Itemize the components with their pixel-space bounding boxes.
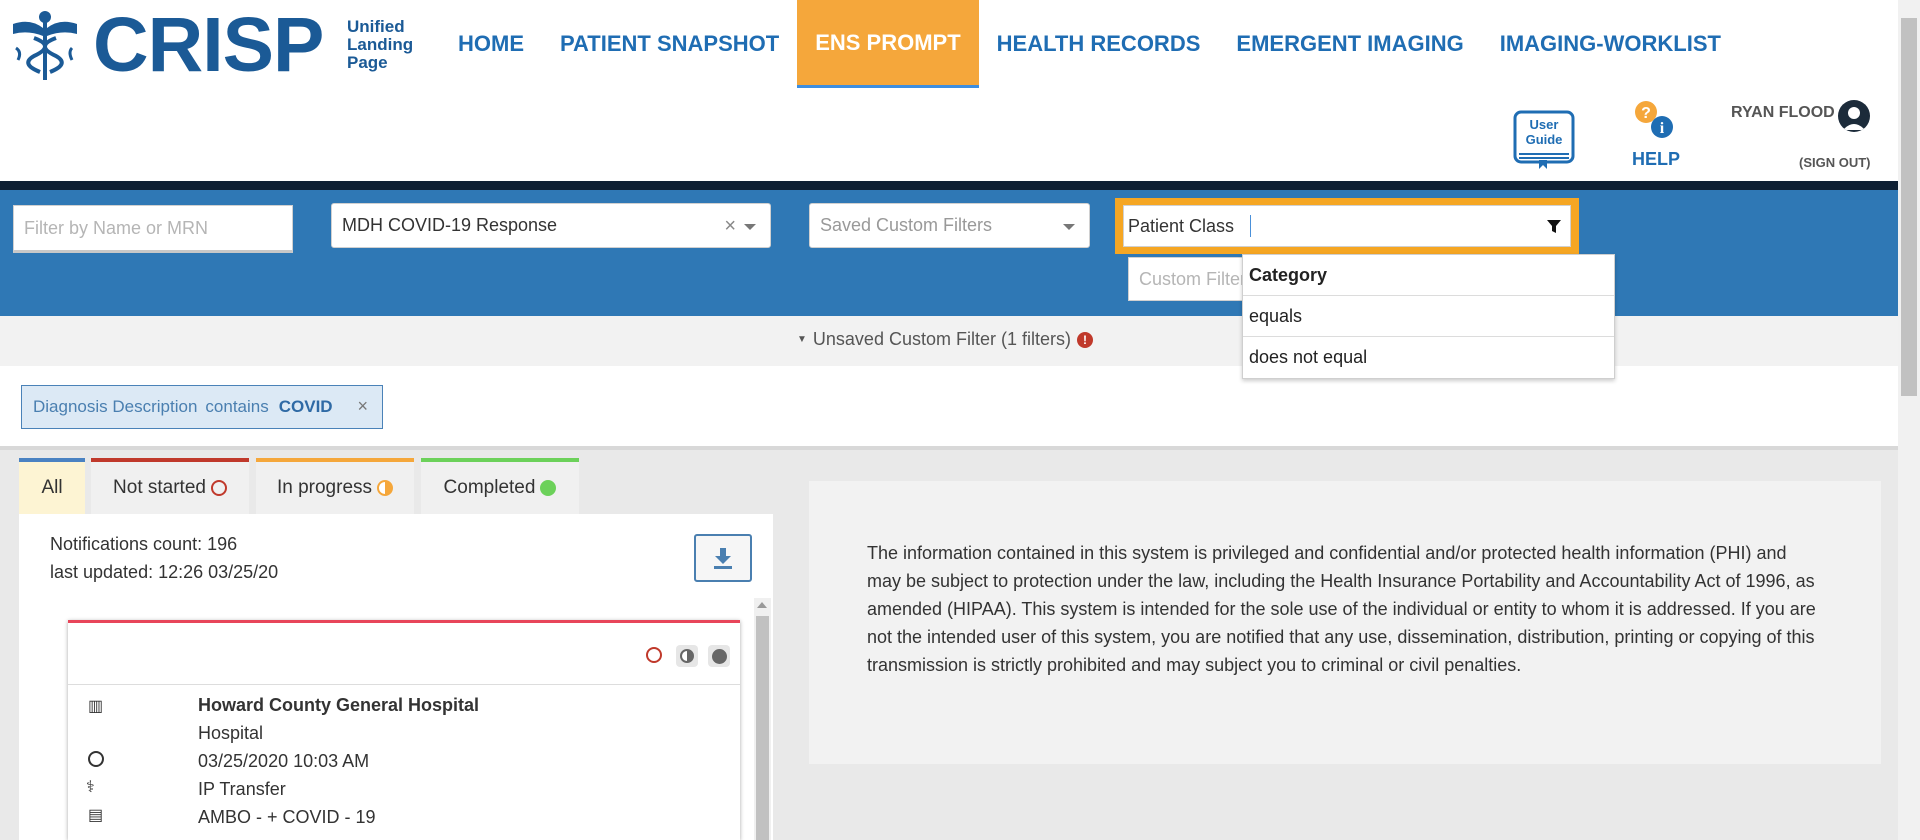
tab-all[interactable]: All [19, 458, 85, 514]
page-scroll-thumb[interactable] [1901, 18, 1917, 396]
encounter-type: IP Transfer [198, 779, 286, 799]
user-name: RYAN FLOOD [1731, 104, 1835, 121]
caret-down-icon: ▼ [797, 334, 807, 345]
notification-card[interactable]: ▥ Howard County General Hospital Hospita… [68, 620, 740, 840]
nav-emergent-imaging[interactable]: EMERGENT IMAGING [1218, 0, 1481, 88]
caduceus-logo-icon [13, 11, 77, 80]
header-divider [0, 181, 1898, 190]
option-does-not-equal[interactable]: does not equal [1243, 337, 1614, 378]
filter-chip: Diagnosis Description contains COVID × [21, 385, 383, 429]
card-divider [68, 684, 740, 685]
nav-health-records[interactable]: HEALTH RECORDS [979, 0, 1219, 88]
chip-remove-icon[interactable]: × [357, 396, 368, 417]
nav-home[interactable]: HOME [440, 0, 542, 88]
mark-not-started-icon[interactable] [646, 647, 662, 663]
list-scroll-thumb[interactable] [756, 616, 769, 840]
filled-circle-icon [711, 648, 727, 664]
text-cursor [1250, 215, 1252, 237]
chevron-down-icon[interactable] [744, 224, 756, 230]
app-header: CRISP Unified Landing Page HOME PATIENT … [0, 0, 1898, 181]
clipboard-icon: ▤ [88, 807, 104, 824]
hospital-icon: ▥ [88, 698, 104, 715]
svg-text:Guide: Guide [1526, 132, 1563, 147]
mark-in-progress-button[interactable] [676, 645, 698, 667]
user-avatar-icon [1843, 107, 1865, 130]
chevron-down-icon[interactable] [1063, 224, 1075, 230]
clock-icon [88, 751, 104, 767]
phi-disclaimer-text: The information contained in this system… [867, 543, 1816, 675]
field-value: Patient Class [1128, 215, 1235, 236]
patient-class-field-select[interactable]: Patient Class [1123, 205, 1571, 247]
stethoscope-icon: ⚕ [86, 779, 95, 796]
chip-value: COVID [278, 397, 333, 416]
facility-type: Hospital [198, 723, 264, 743]
nav-patient-snapshot[interactable]: PATIENT SNAPSHOT [542, 0, 797, 88]
warning-icon: ! [1076, 331, 1093, 348]
facility-name: Howard County General Hospital [198, 695, 480, 715]
preset-clear-icon[interactable]: × [724, 215, 736, 238]
download-icon [714, 548, 732, 569]
last-updated: last updated: 12:26 03/25/20 [50, 562, 279, 582]
svg-text:i: i [1660, 120, 1665, 137]
main-nav: HOME PATIENT SNAPSHOT ENS PROMPT HEALTH … [440, 0, 1739, 88]
name-mrn-filter-input[interactable]: Filter by Name or MRN [13, 205, 293, 253]
in-progress-status-icon [377, 480, 394, 496]
chip-field: Diagnosis Description [33, 397, 198, 416]
saved-custom-filters-select[interactable]: Saved Custom Filters [809, 203, 1090, 248]
not-started-status-icon [210, 480, 227, 496]
option-equals[interactable]: equals [1243, 296, 1614, 337]
encounter-datetime: 03/25/2020 10:03 AM [198, 751, 370, 771]
sign-out-link[interactable]: (SIGN OUT) [1799, 155, 1871, 170]
help-label[interactable]: HELP [1632, 149, 1680, 170]
nav-imaging-worklist[interactable]: IMAGING-WORKLIST [1482, 0, 1739, 88]
tab-not-started[interactable]: Not started [91, 458, 249, 514]
nav-ens-prompt[interactable]: ENS PROMPT [797, 0, 979, 88]
tab-completed[interactable]: Completed [421, 458, 579, 514]
operator-dropdown: Category equals does not equal [1242, 254, 1615, 379]
svg-text:User: User [1530, 117, 1559, 132]
filter-icon[interactable] [1546, 219, 1562, 235]
unsaved-filter-toggle[interactable]: ▼ Unsaved Custom Filter (1 filters) ! [797, 329, 1093, 350]
dropdown-header: Category [1243, 255, 1614, 296]
preset-filter-value: MDH COVID-19 Response [342, 215, 558, 235]
help-icon[interactable]: ? i [1631, 100, 1677, 142]
scroll-up-arrow-icon[interactable] [757, 602, 767, 608]
logo-subtitle: Unified Landing Page [347, 17, 414, 72]
half-circle-icon [680, 649, 694, 663]
svg-text:?: ? [1641, 105, 1651, 122]
tab-in-progress[interactable]: In progress [256, 458, 414, 514]
chip-operator: contains [205, 397, 269, 416]
user-guide-icon[interactable]: User Guide [1511, 110, 1577, 170]
avatar[interactable] [1838, 100, 1870, 132]
mark-completed-button[interactable] [708, 645, 730, 667]
completed-status-icon [540, 480, 557, 496]
preset-filter-select[interactable]: MDH COVID-19 Response × [331, 203, 771, 248]
diagnosis: AMBO - + COVID - 19 [198, 807, 376, 827]
phi-disclaimer-panel: The information contained in this system… [809, 481, 1881, 764]
download-button[interactable] [694, 534, 752, 582]
notifications-count: Notifications count: 196 [50, 534, 238, 554]
crisp-logo-text: CRISP [93, 2, 324, 88]
